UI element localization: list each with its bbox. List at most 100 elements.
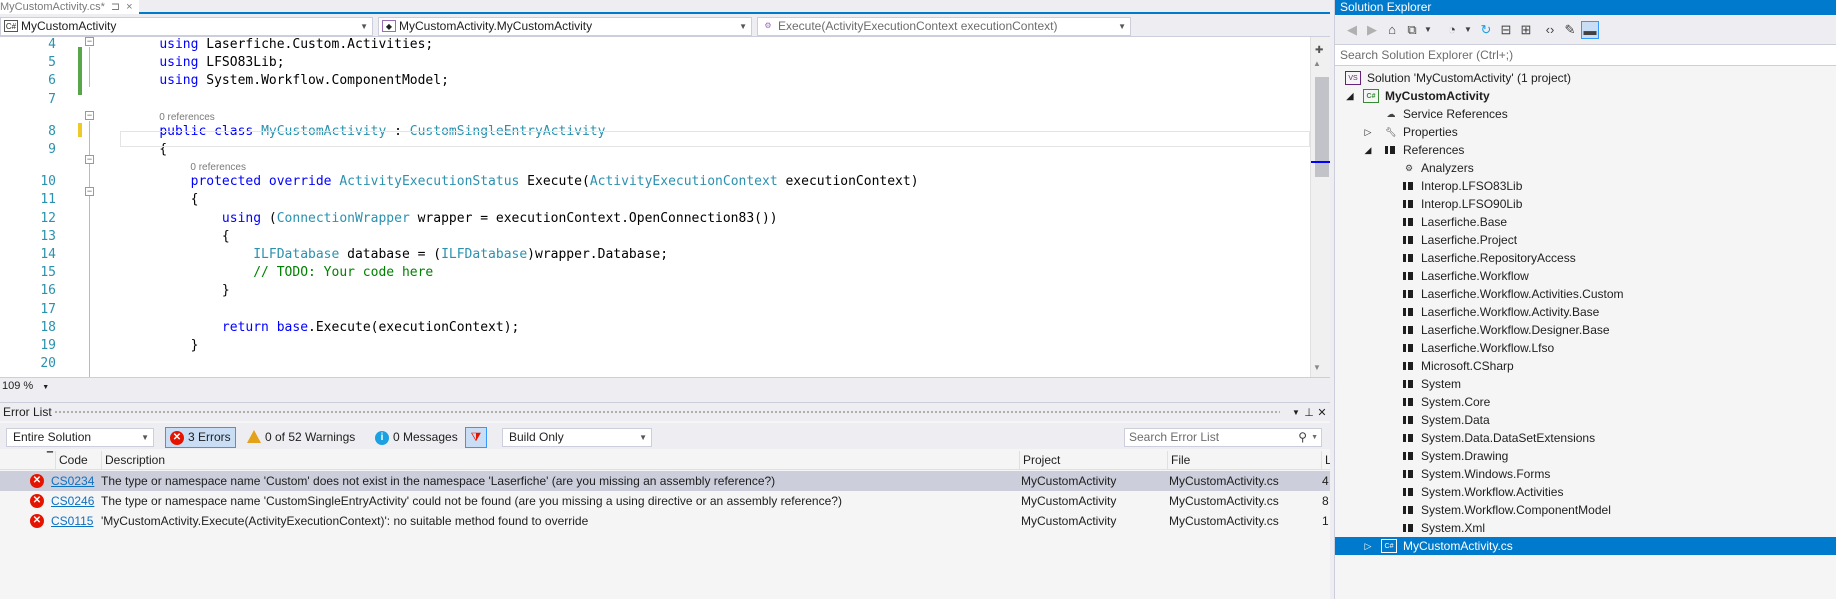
tree-file-node[interactable]: ▷ C# MyCustomActivity.cs xyxy=(1335,537,1836,555)
column-header-description[interactable]: Description xyxy=(101,451,1019,470)
collapse-all-icon[interactable]: ⊟ xyxy=(1497,21,1515,39)
collapse-method-icon[interactable]: − xyxy=(85,155,94,164)
back-icon[interactable]: ◀ xyxy=(1343,21,1361,39)
warnings-filter-button[interactable]: 0 of 52 Warnings xyxy=(242,427,360,448)
tree-reference-item[interactable]: System.Xml xyxy=(1335,519,1836,537)
error-row[interactable]: ✕ CS0115 'MyCustomActivity.Execute(Activit… xyxy=(0,511,1330,531)
tree-reference-item[interactable]: Laserfiche.Workflow.Activities.Custom xyxy=(1335,285,1836,303)
code-token: { xyxy=(128,192,199,208)
show-all-files-icon[interactable]: ⊞ xyxy=(1517,21,1535,39)
column-header-project[interactable]: Project xyxy=(1019,451,1167,470)
code-line[interactable]: { xyxy=(128,229,230,244)
code-line[interactable]: using (ConnectionWrapper wrapper = execu… xyxy=(128,211,778,226)
tree-reference-item[interactable]: System.Workflow.Activities xyxy=(1335,483,1836,501)
close-icon[interactable]: ✕ xyxy=(1316,404,1328,422)
tree-reference-item[interactable]: System.Data xyxy=(1335,411,1836,429)
code-line[interactable]: // TODO: Your code here xyxy=(128,265,433,280)
filter-icon[interactable]: ⧩ xyxy=(465,427,487,448)
error-code-cell[interactable]: CS0246 xyxy=(51,491,105,511)
tree-reference-item[interactable]: System.Windows.Forms xyxy=(1335,465,1836,483)
scope-dropdown[interactable]: Entire Solution ▼ xyxy=(6,428,154,447)
tree-properties[interactable]: ▷ 🔧︎ Properties xyxy=(1335,123,1836,141)
column-header-file[interactable]: File xyxy=(1167,451,1321,470)
document-tab[interactable]: MyCustomActivity.cs* ⊐ × xyxy=(0,0,139,14)
column-header-line[interactable]: L xyxy=(1321,451,1332,470)
expanded-arrow-icon[interactable]: ◢ xyxy=(1345,87,1355,105)
chevron-down-icon[interactable]: ▼ xyxy=(1459,21,1477,39)
preview-selected-items-icon[interactable]: ▬ xyxy=(1581,21,1599,39)
code-editor[interactable]: 4 5 6 7 8 9 10 11 12 13 14 15 16 17 18 19 20 using Laser… xyxy=(0,37,1318,377)
tree-analyzers[interactable]: ⚙ Analyzers xyxy=(1335,159,1836,177)
code-line[interactable]: ILFDatabase database = (ILFDatabase)wrap… xyxy=(128,247,668,262)
tree-reference-item[interactable]: Laserfiche.RepositoryAccess xyxy=(1335,249,1836,267)
member-dropdown[interactable]: ⚙ Execute(ActivityExecutionContext execu… xyxy=(757,17,1131,36)
build-filter-dropdown[interactable]: Build Only ▼ xyxy=(502,428,652,447)
pin-icon[interactable]: ⊥ xyxy=(1303,404,1315,422)
properties-wrench-icon[interactable]: ✎ xyxy=(1561,21,1579,39)
pin-icon[interactable]: ⊐ xyxy=(111,1,120,13)
chevron-down-icon[interactable]: ▼ xyxy=(1419,21,1437,39)
view-code-icon[interactable]: ‹› xyxy=(1541,21,1559,39)
tree-reference-item[interactable]: Laserfiche.Base xyxy=(1335,213,1836,231)
forward-icon[interactable]: ▶ xyxy=(1363,21,1381,39)
tree-reference-item[interactable]: System.Workflow.ComponentModel xyxy=(1335,501,1836,519)
tree-reference-item[interactable]: Laserfiche.Workflow xyxy=(1335,267,1836,285)
error-code-cell[interactable]: CS0234 xyxy=(51,471,105,491)
code-line[interactable]: return base.Execute(executionContext); xyxy=(128,320,519,335)
code-line[interactable]: } xyxy=(128,338,199,353)
collapsed-arrow-icon[interactable]: ▷ xyxy=(1363,537,1373,555)
codelens-references[interactable]: 0 references xyxy=(159,112,215,123)
close-icon[interactable]: × xyxy=(126,1,132,13)
panel-grip[interactable] xyxy=(54,410,1280,415)
tree-reference-item[interactable]: Laserfiche.Workflow.Lfso xyxy=(1335,339,1836,357)
project-dropdown[interactable]: C# MyCustomActivity ▼ xyxy=(0,17,373,36)
tree-reference-item[interactable]: System xyxy=(1335,375,1836,393)
tree-reference-item[interactable]: System.Drawing xyxy=(1335,447,1836,465)
error-list-search-input[interactable]: Search Error List ⚲ ▼ xyxy=(1124,428,1322,447)
class-dropdown[interactable]: ◆ MyCustomActivity.MyCustomActivity ▼ xyxy=(378,17,752,36)
tree-references[interactable]: ◢ References xyxy=(1335,141,1836,159)
collapsed-arrow-icon[interactable]: ▷ xyxy=(1363,123,1373,141)
code-line[interactable]: protected override ActivityExecutionStat… xyxy=(128,174,919,189)
window-position-icon[interactable]: ▼ xyxy=(1290,404,1302,422)
collapse-using-block-icon[interactable]: − xyxy=(85,187,94,196)
search-icon[interactable]: ⚲ xyxy=(1298,429,1307,446)
tree-reference-item[interactable]: Laserfiche.Project xyxy=(1335,231,1836,249)
tree-reference-item[interactable]: System.Data.DataSetExtensions xyxy=(1335,429,1836,447)
tree-reference-item[interactable]: Microsoft.CSharp xyxy=(1335,357,1836,375)
codelens-references[interactable]: 0 references xyxy=(190,162,246,173)
split-icon[interactable]: ✚ xyxy=(1315,45,1323,56)
tree-project-node[interactable]: ◢ C# MyCustomActivity xyxy=(1335,87,1836,105)
code-line[interactable]: using Laserfiche.Custom.Activities; xyxy=(128,37,433,52)
tree-reference-item[interactable]: Laserfiche.Workflow.Activity.Base xyxy=(1335,303,1836,321)
errors-filter-button[interactable]: ✕ 3 Errors xyxy=(165,427,236,448)
solution-explorer-search-input[interactable]: Search Solution Explorer (Ctrl+;) xyxy=(1335,44,1836,66)
chevron-down-icon[interactable]: ▼ xyxy=(1311,429,1318,446)
scroll-up-icon[interactable]: ▲ xyxy=(1313,59,1321,68)
error-row[interactable]: ✕ CS0234 The type or namespace name 'Custo… xyxy=(0,471,1330,491)
column-header-code[interactable]: Code xyxy=(55,451,105,470)
scroll-down-icon[interactable]: ▼ xyxy=(1313,363,1321,372)
zoom-level-dropdown[interactable]: 109 % ▼ xyxy=(0,378,56,394)
tree-reference-item[interactable]: Interop.LFSO83Lib xyxy=(1335,177,1836,195)
sort-indicator[interactable]: ▔ xyxy=(28,451,55,470)
error-file-cell: MyCustomActivity.cs xyxy=(1169,494,1279,508)
collapse-usings-icon[interactable]: − xyxy=(85,37,94,46)
home-icon[interactable]: ⌂ xyxy=(1383,21,1401,39)
assembly-reference-icon xyxy=(1403,380,1413,388)
tree-reference-item[interactable]: Laserfiche.Workflow.Designer.Base xyxy=(1335,321,1836,339)
error-row[interactable]: ✕ CS0246 The type or namespace name 'Custo… xyxy=(0,491,1330,511)
code-line[interactable]: } xyxy=(128,283,230,298)
tree-service-references[interactable]: ☁ Service References xyxy=(1335,105,1836,123)
refresh-icon[interactable]: ↻ xyxy=(1477,21,1495,39)
expanded-arrow-icon[interactable]: ◢ xyxy=(1363,141,1373,159)
code-line[interactable]: using System.Workflow.ComponentModel; xyxy=(128,73,449,88)
tree-solution-node[interactable]: VS Solution 'MyCustomActivity' (1 projec… xyxy=(1335,69,1836,87)
collapse-class-icon[interactable]: − xyxy=(85,111,94,120)
code-line[interactable]: using LFSO83Lib; xyxy=(128,55,284,70)
messages-filter-button[interactable]: i 0 Messages xyxy=(370,427,463,448)
error-code-cell[interactable]: CS0115 xyxy=(51,511,105,531)
code-line[interactable]: { xyxy=(128,192,199,208)
tree-reference-item[interactable]: Interop.LFSO90Lib xyxy=(1335,195,1836,213)
tree-reference-item[interactable]: System.Core xyxy=(1335,393,1836,411)
